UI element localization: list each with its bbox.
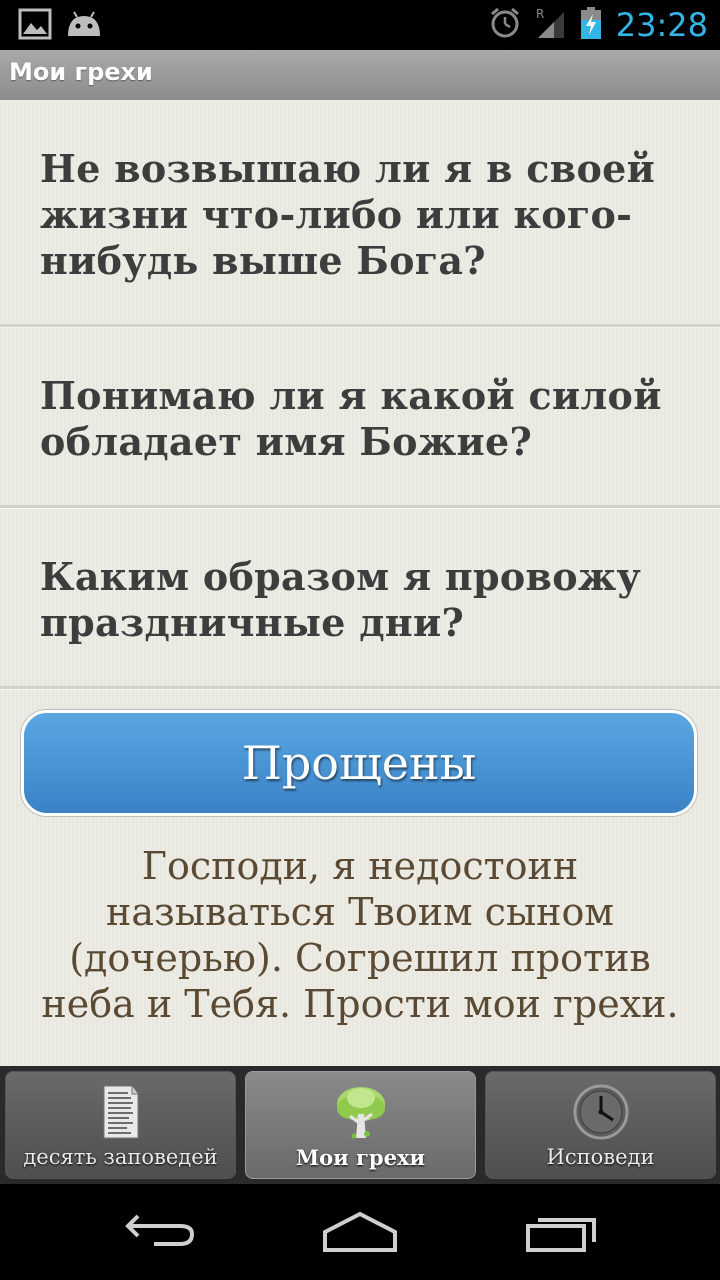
content-area[interactable]: Не возвышаю ли я в своей жизни что-либо … (0, 100, 720, 1066)
home-icon[interactable] (322, 1210, 398, 1258)
question-text: Каким образом я провожу праздничные дни? (40, 554, 642, 645)
page-title: Мои грехи (9, 58, 153, 86)
alarm-icon (488, 6, 522, 44)
commandments-tablet-icon (101, 1084, 141, 1144)
system-nav-bar (0, 1184, 720, 1280)
bottom-tab-bar: десять заповедей Мои грехи Исповеди (0, 1066, 720, 1184)
recent-apps-icon[interactable] (526, 1210, 598, 1258)
tab-label: Мои грехи (295, 1145, 426, 1170)
gallery-icon (18, 8, 52, 44)
back-icon[interactable] (124, 1210, 196, 1254)
clock-icon (573, 1084, 629, 1144)
android-icon (66, 8, 102, 44)
forgiven-button[interactable]: Прощены (21, 710, 697, 816)
status-bar: R 23:28 (0, 0, 720, 50)
prayer-text: Господи, я недостоин называться Твоим сы… (41, 844, 679, 1026)
question-text: Понимаю ли я какой силой обладает имя Бо… (40, 373, 662, 464)
list-item[interactable]: Понимаю ли я какой силой обладает имя Бо… (0, 327, 720, 508)
tree-icon (334, 1084, 388, 1146)
status-time: 23:28 (615, 6, 708, 44)
question-text: Не возвышаю ли я в своей жизни что-либо … (40, 146, 656, 283)
list-item[interactable]: Каким образом я провожу праздничные дни? (0, 508, 720, 689)
title-bar: Мои грехи (0, 50, 720, 101)
tab-confessions[interactable]: Исповеди (485, 1071, 716, 1179)
signal-icon: R (536, 6, 566, 44)
tab-my-sins[interactable]: Мои грехи (245, 1071, 476, 1179)
list-item[interactable]: Не возвышаю ли я в своей жизни что-либо … (0, 100, 720, 327)
tab-label: Исповеди (546, 1145, 655, 1169)
forgiven-button-label: Прощены (241, 736, 477, 790)
tab-ten-commandments[interactable]: десять заповедей (5, 1071, 236, 1179)
battery-charging-icon (580, 6, 602, 44)
tab-label: десять заповедей (23, 1145, 218, 1169)
roaming-indicator: R (536, 7, 544, 21)
